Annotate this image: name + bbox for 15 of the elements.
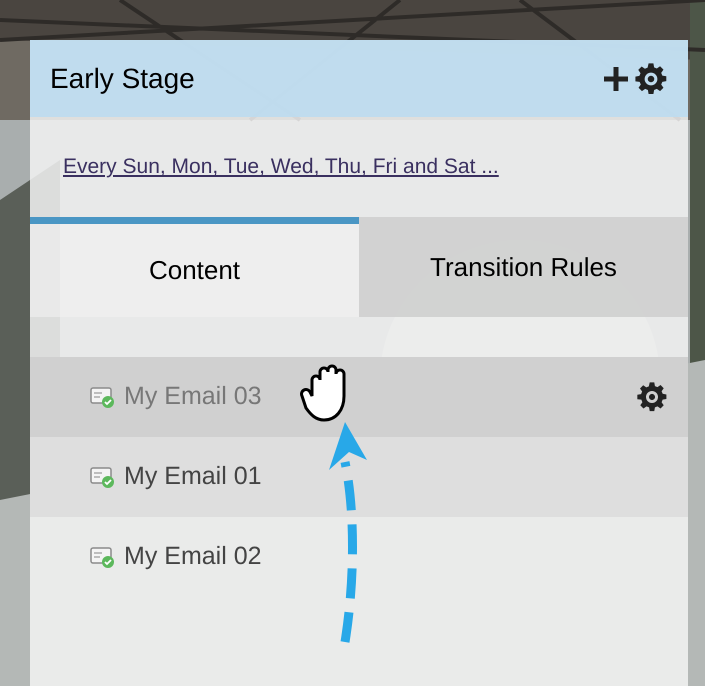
email-check-icon (90, 385, 116, 409)
email-row[interactable]: My Email 02 (30, 517, 688, 597)
settings-icon[interactable] (636, 381, 668, 413)
tab[interactable]: Transition Rules (359, 217, 688, 317)
plus-icon[interactable] (602, 64, 630, 92)
settings-icon[interactable] (634, 62, 668, 96)
email-check-icon (90, 465, 116, 489)
email-name: My Email 03 (124, 381, 262, 412)
email-name: My Email 02 (124, 541, 262, 572)
email-check-icon (90, 545, 116, 569)
email-name: My Email 01 (124, 461, 262, 492)
schedule-link[interactable]: Every Sun, Mon, Tue, Wed, Thu, Fri and Sat ... (63, 151, 499, 183)
email-row[interactable]: My Email 01 (30, 437, 688, 517)
panel-title: Early Stage (50, 62, 195, 96)
tab[interactable]: Content (30, 217, 359, 317)
